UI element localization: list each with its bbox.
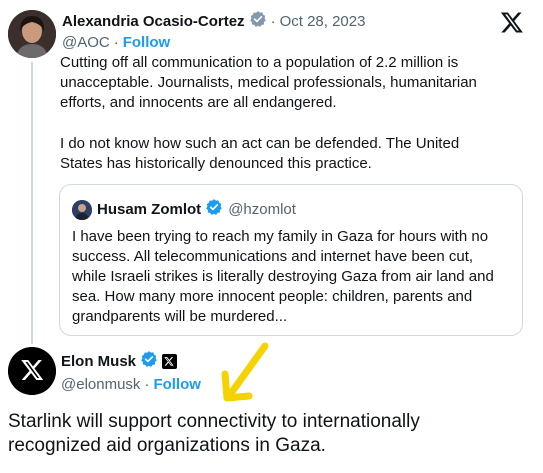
separator-dot: ·	[270, 12, 276, 30]
x-logo-icon[interactable]	[500, 10, 524, 34]
quoted-author-name: Husam Zomlot	[97, 200, 202, 218]
reply-author-name[interactable]: Elon Musk	[61, 353, 136, 370]
reply-handle-row: @elonmusk · Follow	[61, 374, 201, 394]
affiliate-badge-icon	[162, 353, 178, 369]
reply-header: Elon Musk	[61, 350, 178, 373]
elonmusk-avatar[interactable]	[8, 347, 56, 395]
zomlot-avatar	[72, 200, 92, 220]
parent-paragraph-2: I do not know how such an act can be def…	[60, 135, 460, 172]
separator-dot: ·	[144, 375, 150, 393]
verified-badge-icon	[140, 350, 158, 373]
quoted-tweet-card[interactable]: Husam Zomlot @hzomlot I have been trying…	[59, 184, 523, 336]
quoted-header: Husam Zomlot @hzomlot	[97, 198, 296, 221]
reply-handle[interactable]: @elonmusk	[61, 376, 140, 393]
verified-badge-icon	[205, 198, 223, 221]
quoted-text: I have been trying to reach my family in…	[72, 228, 494, 325]
follow-elonmusk-link[interactable]: Follow	[153, 376, 201, 393]
thread-connector-line	[31, 62, 33, 344]
separator-dot: ·	[113, 33, 119, 51]
parent-header: Alexandria Ocasio-Cortez · Oct 28, 2023	[62, 10, 366, 33]
arrow-annotation	[215, 340, 275, 406]
reply-text: Starlink will support connectivity to in…	[8, 411, 420, 456]
verified-badge-icon	[249, 10, 267, 33]
parent-date[interactable]: Oct 28, 2023	[280, 13, 366, 30]
parent-handle[interactable]: @AOC	[62, 34, 110, 51]
parent-paragraph-1: Cutting off all communication to a popul…	[60, 54, 477, 111]
parent-author-name[interactable]: Alexandria Ocasio-Cortez	[62, 13, 245, 30]
aoc-avatar[interactable]	[8, 10, 56, 58]
quoted-handle: @hzomlot	[228, 200, 296, 218]
parent-handle-row: @AOC · Follow	[62, 32, 170, 52]
follow-aoc-link[interactable]: Follow	[123, 34, 171, 51]
